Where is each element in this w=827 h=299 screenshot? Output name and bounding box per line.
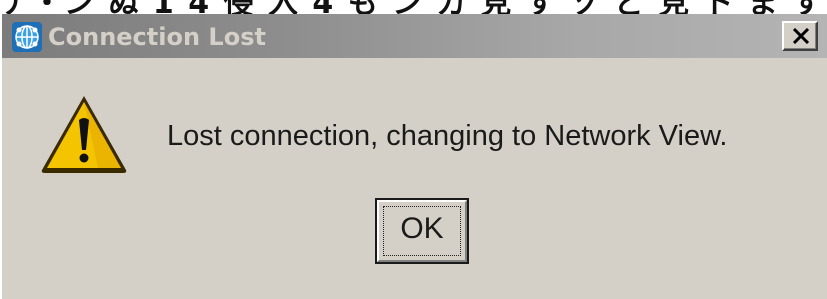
ok-button[interactable]: OK <box>375 198 469 264</box>
close-button[interactable] <box>782 21 818 51</box>
window-title: Connection Lost <box>48 23 266 51</box>
close-icon <box>792 28 810 44</box>
warning-icon <box>38 92 130 176</box>
network-globe-icon <box>12 22 42 52</box>
dialog-message: Lost connection, changing to Network Vie… <box>167 120 728 152</box>
screen: ナ・ン ぬ 1 4 侵 入 4 も ン ガ 見 す ゾ ど 見 ト ま す 。 … <box>0 0 827 299</box>
title-bar[interactable]: Connection Lost <box>2 14 827 58</box>
ok-button-label: OK <box>400 212 444 245</box>
connection-lost-dialog: Connection Lost Lost connection, changin… <box>0 14 827 299</box>
